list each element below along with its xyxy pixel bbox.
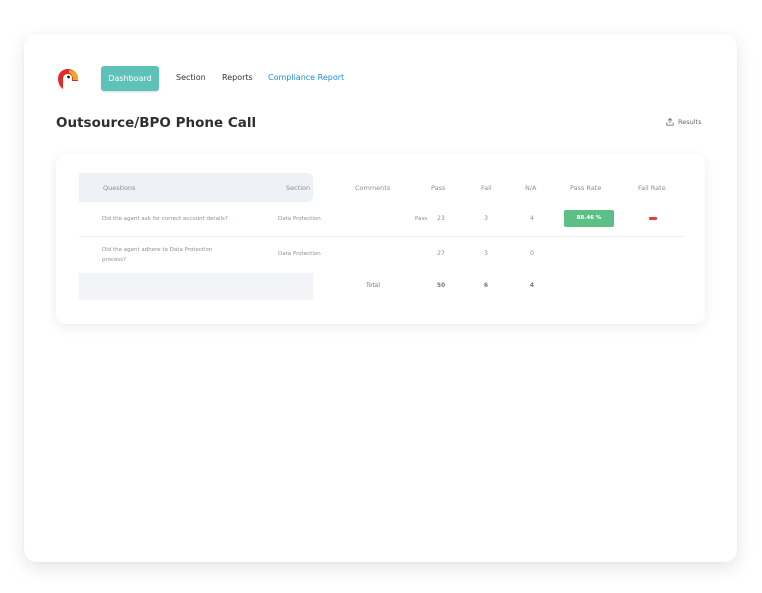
row2-section: Data Protection: [278, 251, 321, 257]
header-fail: Fail: [481, 184, 492, 192]
row1-pass-rate-badge: 88.46 %: [564, 210, 614, 227]
parrot-logo-icon: [58, 69, 78, 89]
total-na: 4: [529, 282, 535, 289]
total-fail: 6: [483, 282, 489, 289]
upload-icon: [666, 118, 674, 126]
row1-na: 4: [530, 215, 534, 222]
results-button[interactable]: Results: [666, 118, 701, 126]
header-na: N/A: [525, 184, 537, 192]
compliance-table-card: Questions Section Comments Pass Fail N/A…: [56, 154, 705, 324]
header-pass: Pass: [431, 184, 446, 192]
row1-section: Data Protection: [278, 216, 321, 222]
row-divider: [79, 236, 684, 237]
row2-pass: 27: [437, 250, 445, 257]
row2-fail: 3: [484, 250, 488, 257]
nav-compliance-report[interactable]: Compliance Report: [268, 73, 344, 82]
header-fail-rate: Fail Rate: [638, 184, 666, 192]
header-pass-rate: Pass Rate: [570, 184, 602, 192]
nav-reports[interactable]: Reports: [222, 73, 253, 82]
total-label: Total: [366, 282, 381, 289]
row1-question: Did the agent ask for correct account de…: [102, 216, 228, 222]
header-section: Section: [286, 184, 311, 192]
results-label: Results: [678, 118, 702, 126]
app-window: Dashboard Section Reports Compliance Rep…: [24, 34, 737, 562]
row1-pass: 23: [437, 215, 445, 222]
row1-fail: 3: [484, 215, 488, 222]
nav-section[interactable]: Section: [176, 73, 206, 82]
total-pass: 50: [436, 282, 446, 289]
page-title: Outsource/BPO Phone Call: [56, 115, 257, 131]
row2-question: Did the agent adhere to Data Protection …: [102, 247, 213, 263]
header-comments: Comments: [355, 184, 391, 192]
row2-na: 0: [530, 250, 534, 257]
row1-fail-rate-badge: [649, 217, 657, 220]
header-questions: Questions: [103, 184, 136, 192]
table-footer-bar: [79, 273, 313, 300]
row1-comment: Pass: [415, 216, 428, 222]
dashboard-button[interactable]: Dashboard: [101, 66, 159, 91]
